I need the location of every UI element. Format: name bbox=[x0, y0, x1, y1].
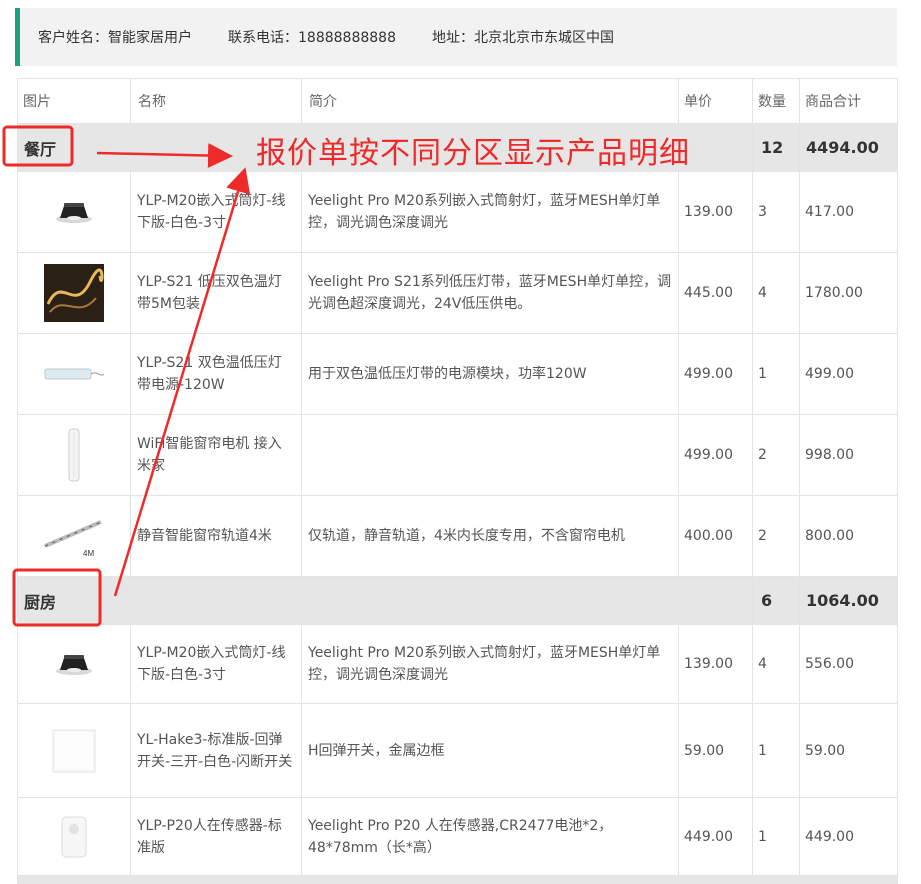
product-subtotal: 499.00 bbox=[799, 333, 898, 415]
customer-phone: 联系电话：18888888888 bbox=[228, 30, 396, 46]
product-name: YLP-S21 低压双色温灯带5M包装 bbox=[130, 252, 302, 334]
zone-quantity: 12 bbox=[752, 123, 800, 172]
product-quantity: 1 bbox=[752, 797, 800, 876]
product-name: YL-Hake3-标准版-回弹开关-三开-白色-闪断开关 bbox=[130, 703, 302, 798]
curtain-motor-icon bbox=[68, 428, 80, 482]
header-description: 简介 bbox=[301, 78, 679, 124]
table-row: YLP-M20嵌入式筒灯-线下版-白色-3寸 Yeelight Pro M20系… bbox=[17, 171, 898, 253]
product-description: Yeelight Pro M20系列嵌入式筒射灯，蓝牙MESH单灯单控，调光调色… bbox=[301, 171, 679, 253]
product-name: YLP-P20人在传感器-标准版 bbox=[130, 797, 302, 876]
header-unit-price: 单价 bbox=[678, 78, 753, 124]
downlight-icon bbox=[56, 655, 92, 675]
motion-sensor-icon bbox=[61, 816, 87, 857]
product-quantity: 1 bbox=[752, 333, 800, 415]
product-description: 用于双色温低压灯带的电源模块，功率120W bbox=[301, 333, 679, 415]
header-subtotal: 商品合计 bbox=[799, 78, 898, 124]
customer-info-bar: 客户姓名：智能家居用户 联系电话：18888888888 地址：北京北京市东城区… bbox=[15, 8, 897, 66]
product-image-cell bbox=[17, 252, 131, 334]
product-subtotal: 998.00 bbox=[799, 414, 898, 496]
product-price: 499.00 bbox=[678, 414, 753, 496]
customer-name: 客户姓名：智能家居用户 bbox=[38, 30, 192, 46]
product-quantity: 4 bbox=[752, 252, 800, 334]
product-image-cell bbox=[17, 703, 131, 798]
product-price: 139.00 bbox=[678, 171, 753, 253]
product-quantity: 1 bbox=[752, 703, 800, 798]
product-subtotal: 556.00 bbox=[799, 624, 898, 704]
zone-total: 1064.00 bbox=[799, 576, 898, 625]
product-price: 445.00 bbox=[678, 252, 753, 334]
product-image-cell bbox=[17, 624, 131, 704]
product-subtotal: 1780.00 bbox=[799, 252, 898, 334]
zone-name: 厨房 bbox=[17, 576, 753, 625]
product-price: 139.00 bbox=[678, 624, 753, 704]
zone-row-kitchen: 厨房 6 1064.00 bbox=[17, 576, 898, 625]
curtain-track-icon: 4M bbox=[44, 520, 102, 558]
product-quantity: 2 bbox=[752, 414, 800, 496]
product-description: Yeelight Pro S21系列低压灯带，蓝牙MESH单灯单控，调光调色超深… bbox=[301, 252, 679, 334]
product-image-cell bbox=[17, 414, 131, 496]
product-description: H回弹开关，金属边框 bbox=[301, 703, 679, 798]
table-row: YLP-M20嵌入式筒灯-线下版-白色-3寸 Yeelight Pro M20系… bbox=[17, 624, 898, 704]
product-subtotal: 449.00 bbox=[799, 797, 898, 876]
product-price: 449.00 bbox=[678, 797, 753, 876]
product-price: 59.00 bbox=[678, 703, 753, 798]
table-row: WiFi智能窗帘电机 接入米家 499.00 2 998.00 bbox=[17, 414, 898, 496]
product-subtotal: 800.00 bbox=[799, 495, 898, 577]
product-quantity: 4 bbox=[752, 624, 800, 704]
downlight-icon bbox=[56, 203, 92, 223]
product-image-cell bbox=[17, 333, 131, 415]
header-quantity: 数量 bbox=[752, 78, 800, 124]
annotation-text: 报价单按不同分区显示产品明细 bbox=[256, 136, 690, 171]
header-image: 图片 bbox=[17, 78, 131, 124]
product-name: YLP-M20嵌入式筒灯-线下版-白色-3寸 bbox=[130, 171, 302, 253]
product-description bbox=[301, 414, 679, 496]
switch-panel-icon bbox=[52, 729, 96, 772]
table-row: YLP-P20人在传感器-标准版 Yeelight Pro P20 人在传感器,… bbox=[17, 797, 898, 876]
product-description: Yeelight Pro M20系列嵌入式筒射灯，蓝牙MESH单灯单控，调光调色… bbox=[301, 624, 679, 704]
product-name: WiFi智能窗帘电机 接入米家 bbox=[130, 414, 302, 496]
product-quantity: 3 bbox=[752, 171, 800, 253]
product-name: 静音智能窗帘轨道4米 bbox=[130, 495, 302, 577]
product-name: YLP-S21 双色温低压灯带电源-120W bbox=[130, 333, 302, 415]
zone-total: 4494.00 bbox=[799, 123, 898, 172]
product-image-cell bbox=[17, 171, 131, 253]
table-row: YL-Hake3-标准版-回弹开关-三开-白色-闪断开关 H回弹开关，金属边框 … bbox=[17, 703, 898, 798]
table-header-row: 图片 名称 简介 单价 数量 商品合计 bbox=[17, 78, 898, 124]
product-price: 400.00 bbox=[678, 495, 753, 577]
product-description: Yeelight Pro P20 人在传感器,CR2477电池*2，48*78m… bbox=[301, 797, 679, 876]
product-price: 499.00 bbox=[678, 333, 753, 415]
product-image-cell: 4M bbox=[17, 495, 131, 577]
product-image-cell bbox=[17, 797, 131, 876]
product-name: YLP-M20嵌入式筒灯-线下版-白色-3寸 bbox=[130, 624, 302, 704]
power-module-icon bbox=[44, 368, 105, 380]
header-name: 名称 bbox=[130, 78, 302, 124]
table-row: YLP-S21 低压双色温灯带5M包装 Yeelight Pro S21系列低压… bbox=[17, 252, 898, 334]
table-row: YLP-S21 双色温低压灯带电源-120W 用于双色温低压灯带的电源模块，功率… bbox=[17, 333, 898, 415]
product-quantity: 2 bbox=[752, 495, 800, 577]
table-footer-strip bbox=[17, 875, 898, 884]
zone-quantity: 6 bbox=[752, 576, 800, 625]
product-description: 仅轨道，静音轨道，4米内长度专用，不含窗帘电机 bbox=[301, 495, 679, 577]
quote-table: 图片 名称 简介 单价 数量 商品合计 餐厅 12 4494.00 YLP-M2… bbox=[17, 78, 898, 884]
product-subtotal: 417.00 bbox=[799, 171, 898, 253]
light-strip-icon bbox=[44, 264, 104, 322]
customer-address: 地址：北京北京市东城区中国 bbox=[431, 30, 614, 46]
track-length-label: 4M bbox=[83, 549, 94, 558]
product-subtotal: 59.00 bbox=[799, 703, 898, 798]
table-row: 4M 静音智能窗帘轨道4米 仅轨道，静音轨道，4米内长度专用，不含窗帘电机 40… bbox=[17, 495, 898, 577]
